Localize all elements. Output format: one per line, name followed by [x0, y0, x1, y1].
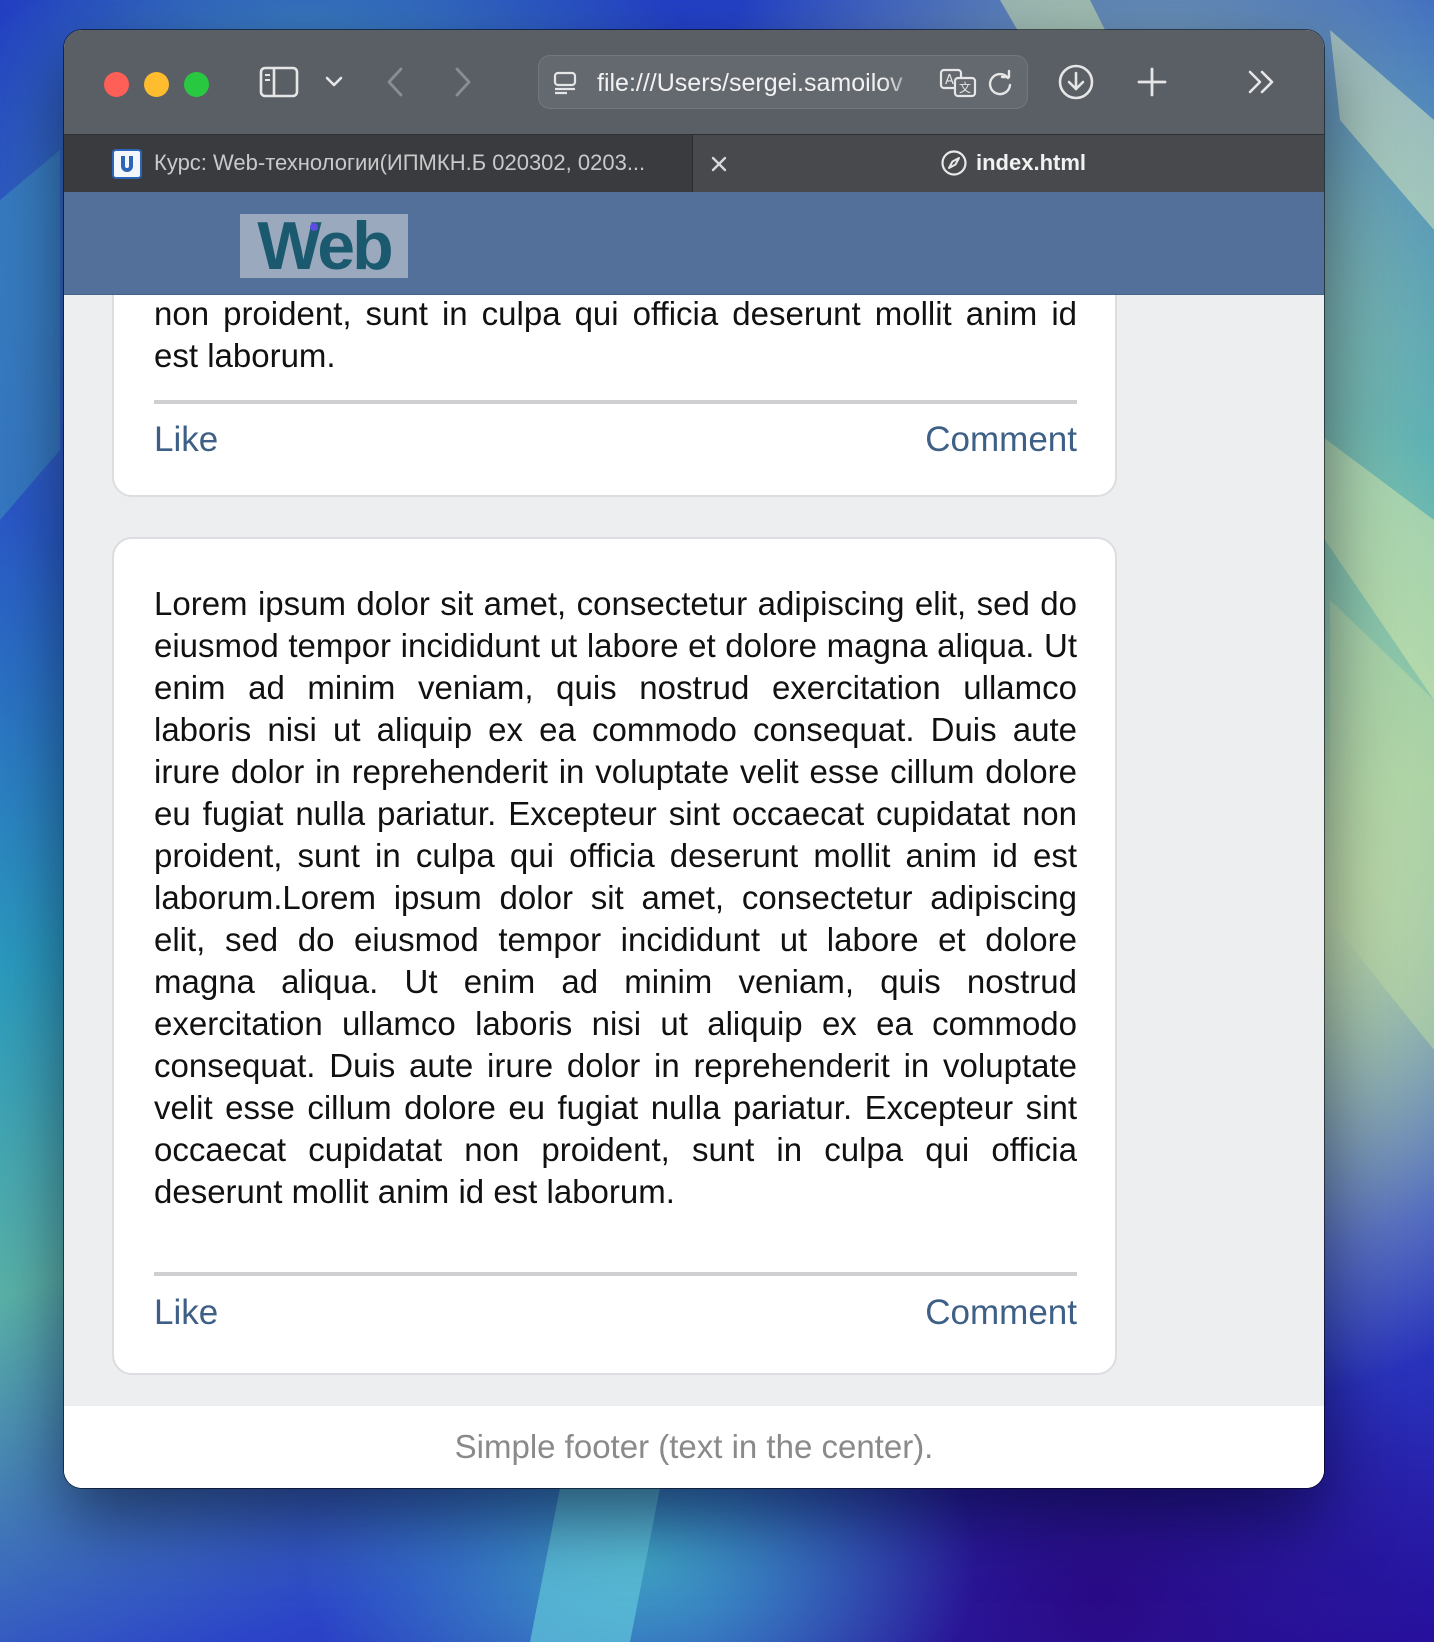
page-viewport: Web non proident, sunt in culpa qui offi… [64, 192, 1324, 1488]
tab-course[interactable]: Курс: Web-технологии(ИПМКН.Б 020302, 020… [64, 135, 693, 193]
download-icon[interactable] [1054, 60, 1098, 104]
like-link[interactable]: Like [154, 420, 218, 460]
chevron-down-icon[interactable] [322, 70, 346, 94]
post-divider [154, 400, 1077, 404]
sidebar-icon[interactable] [258, 64, 300, 100]
reload-icon[interactable] [985, 68, 1015, 98]
translate-icon[interactable]: A文 [939, 68, 977, 98]
tab-bar: Курс: Web-технологии(ИПМКН.Б 020302, 020… [64, 134, 1324, 193]
post-card: Lorem ipsum dolor sit amet, consectetur … [112, 537, 1117, 1375]
minimize-window-button[interactable] [144, 72, 169, 97]
svg-text:文: 文 [959, 80, 971, 95]
comment-link[interactable]: Comment [925, 420, 1077, 460]
site-footer: Simple footer (text in the center). [64, 1406, 1324, 1488]
post-text: non proident, sunt in culpa qui officia … [154, 295, 1077, 374]
university-favicon-icon [112, 149, 142, 179]
forward-arrow-icon[interactable] [448, 62, 478, 102]
page-icon [553, 70, 579, 96]
browser-toolbar: file:///Users/sergei.samoilov A文 [64, 30, 1324, 134]
logo-dot [310, 223, 318, 231]
site-logo[interactable]: Web [240, 214, 408, 278]
close-icon[interactable] [704, 149, 734, 179]
browser-window: file:///Users/sergei.samoilov A文 Курс: W… [64, 30, 1324, 1488]
svg-text:A: A [945, 73, 954, 88]
tab-title: Курс: Web-технологии(ИПМКН.Б 020302, 020… [154, 150, 646, 175]
double-chevron-icon[interactable] [1242, 62, 1282, 102]
post-divider [154, 1272, 1077, 1276]
post-text: Lorem ipsum dolor sit amet, consectetur … [154, 585, 1077, 1210]
post-actions: Like Comment [154, 420, 1077, 460]
comment-link[interactable]: Comment [925, 1293, 1077, 1333]
site-header: Web [64, 192, 1324, 295]
post-actions: Like Comment [154, 1293, 1077, 1333]
compass-icon [940, 149, 968, 182]
close-window-button[interactable] [104, 72, 129, 97]
plus-icon[interactable] [1130, 60, 1174, 104]
address-bar[interactable]: file:///Users/sergei.samoilov A文 [538, 55, 1028, 109]
tab-index[interactable]: index.html [976, 150, 1086, 176]
logo-text: Web [257, 214, 393, 278]
address-text[interactable]: file:///Users/sergei.samoilov [597, 69, 922, 98]
zoom-window-button[interactable] [184, 72, 209, 97]
like-link[interactable]: Like [154, 1293, 218, 1333]
back-arrow-icon[interactable] [380, 62, 410, 102]
